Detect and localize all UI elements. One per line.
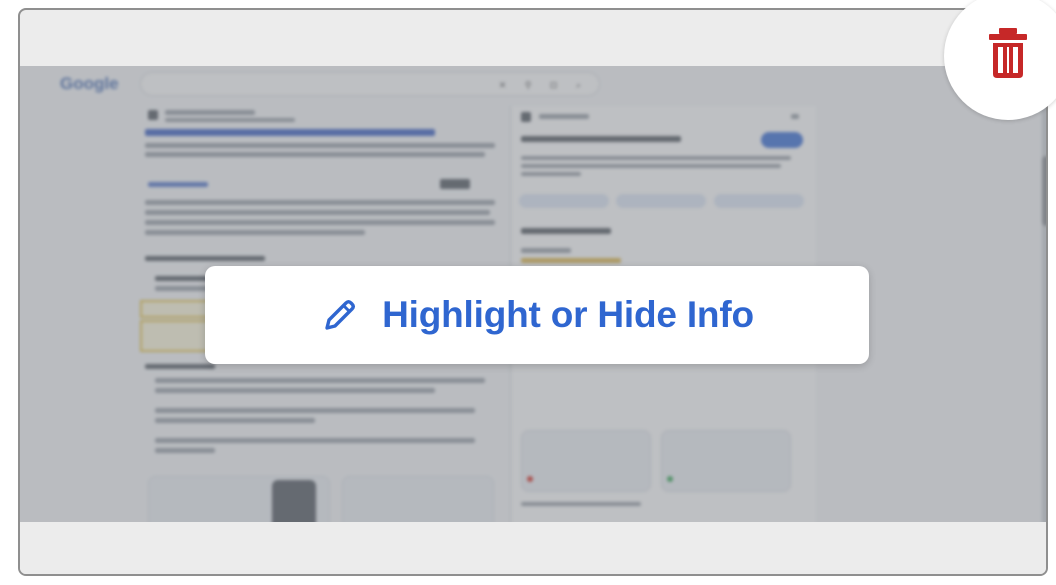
highlight-or-hide-button[interactable]: Highlight or Hide Info [205,266,869,364]
trash-icon [989,28,1027,78]
pencil-icon [325,300,356,330]
card-footer [20,522,1046,574]
highlight-or-hide-label: Highlight or Hide Info [382,294,754,335]
